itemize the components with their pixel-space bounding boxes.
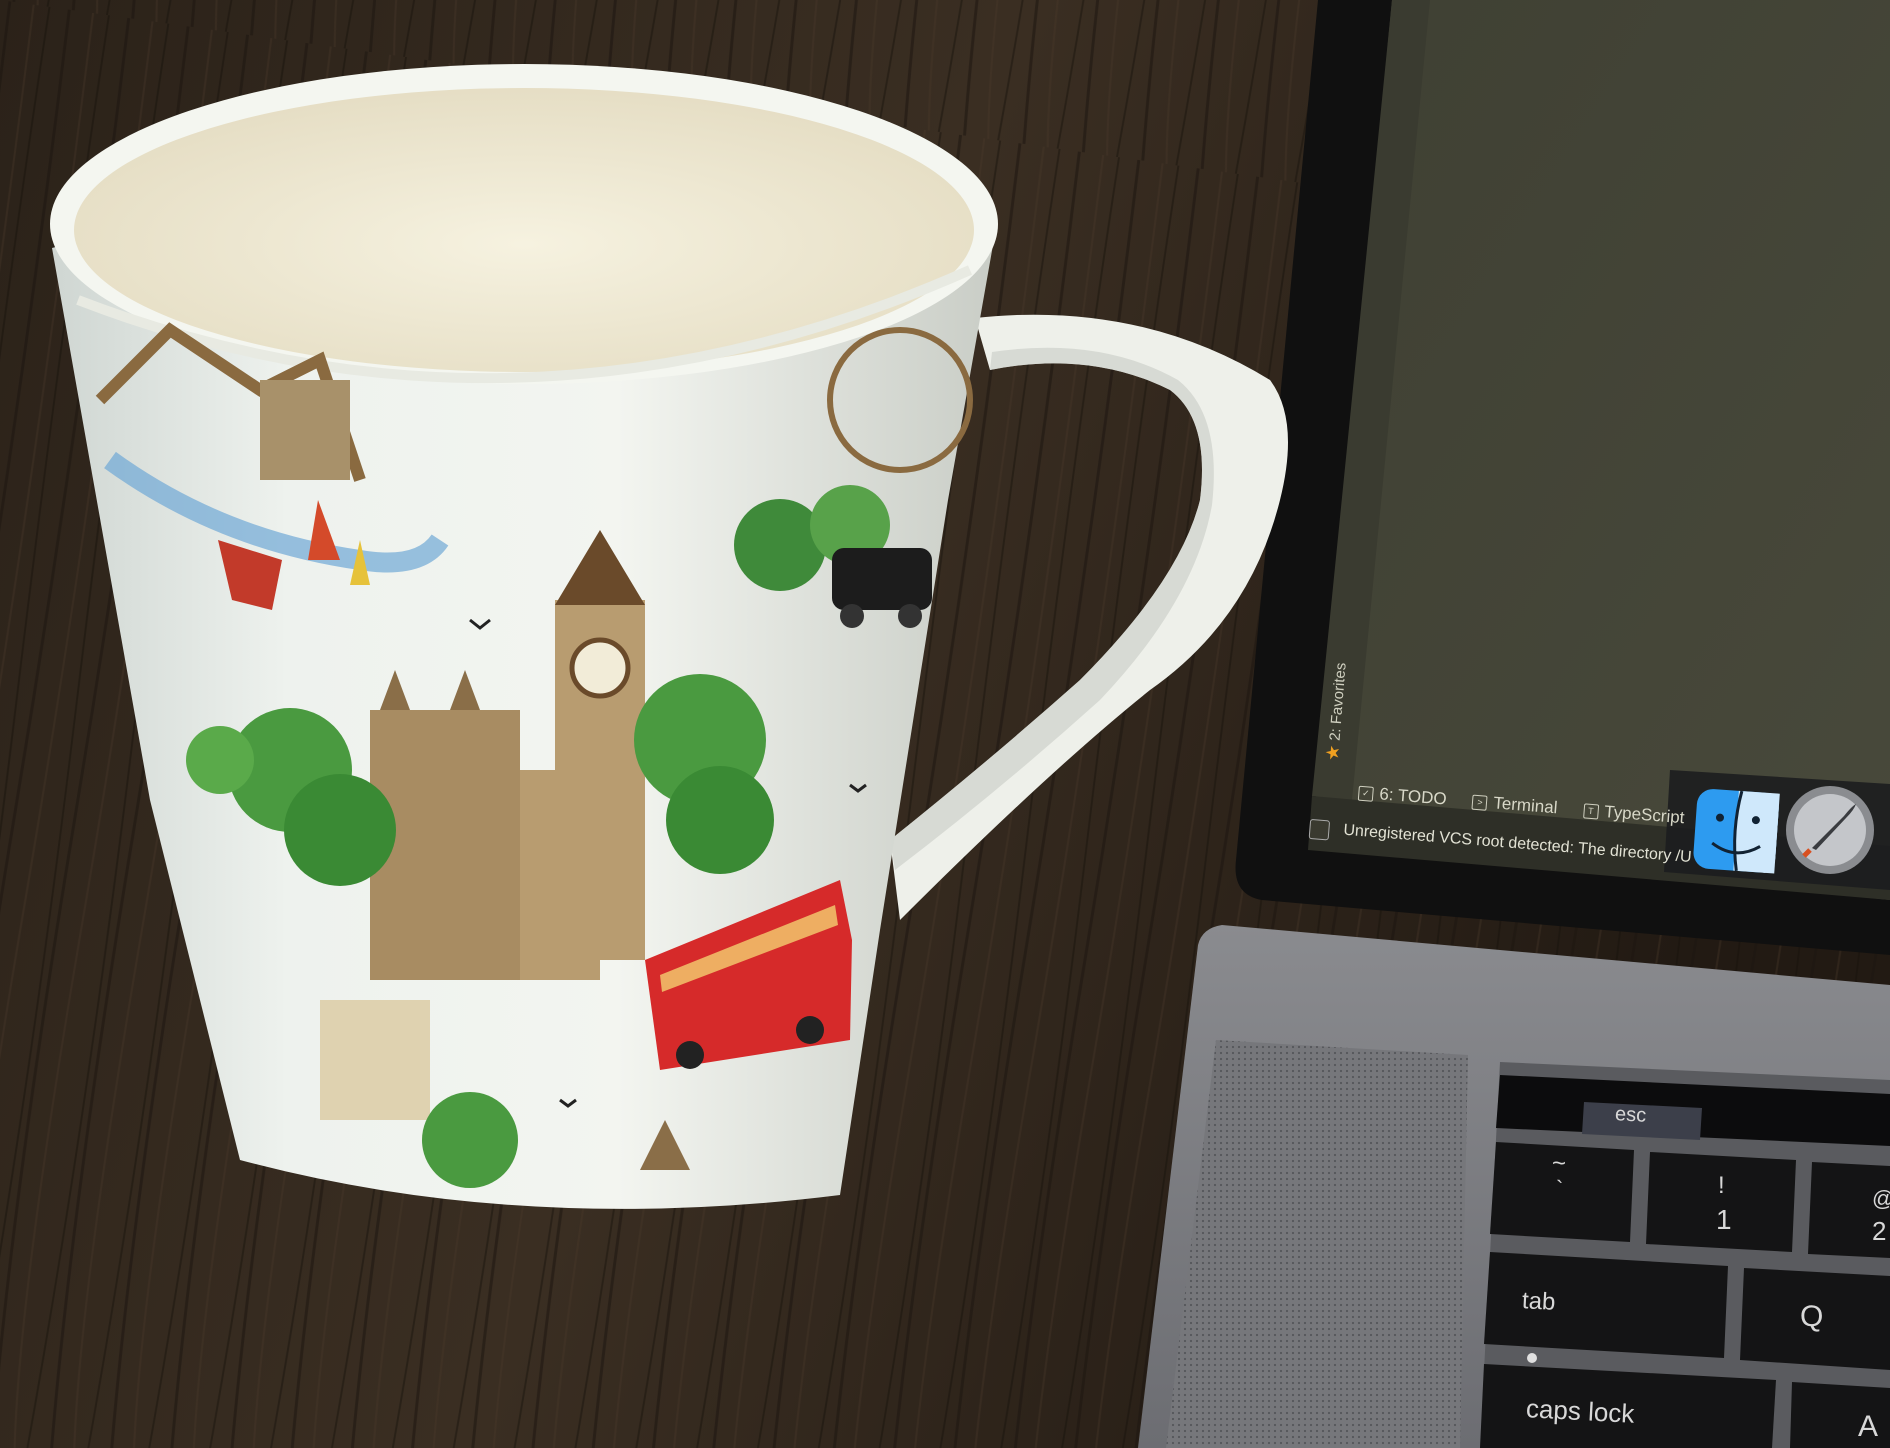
- key-esc[interactable]: esc: [1614, 1103, 1646, 1128]
- key-tilde-top: ~: [1552, 1150, 1567, 1177]
- tab-typescript[interactable]: T TypeScript: [1582, 800, 1685, 828]
- laptop-base: [1138, 925, 1890, 1448]
- tab-terminal[interactable]: > Terminal: [1471, 792, 1558, 819]
- launchpad-icon: [1786, 786, 1874, 874]
- key-2-top: @: [1872, 1186, 1890, 1212]
- status-toggle-icon[interactable]: [1308, 818, 1331, 841]
- key-1-bottom[interactable]: 1: [1716, 1204, 1732, 1236]
- key-a[interactable]: A: [1858, 1410, 1878, 1444]
- terminal-icon: >: [1471, 794, 1488, 811]
- photo-scene: [0, 0, 1890, 1448]
- tab-todo[interactable]: ✓ 6: TODO: [1357, 783, 1447, 810]
- key-tab[interactable]: tab: [1521, 1287, 1556, 1317]
- key-q[interactable]: Q: [1800, 1300, 1823, 1334]
- todo-icon: ✓: [1357, 785, 1374, 802]
- star-icon: ★: [1322, 743, 1344, 762]
- ide-status-message: Unregistered VCS root detected: The dire…: [1342, 821, 1693, 866]
- key-2-bottom[interactable]: 2: [1872, 1216, 1886, 1247]
- key-caps-lock[interactable]: caps lock: [1525, 1393, 1635, 1430]
- typescript-icon: T: [1582, 802, 1599, 820]
- finder-icon: [1693, 789, 1780, 874]
- key-1-top: !: [1718, 1172, 1725, 1199]
- key-tilde-bottom: `: [1556, 1176, 1564, 1201]
